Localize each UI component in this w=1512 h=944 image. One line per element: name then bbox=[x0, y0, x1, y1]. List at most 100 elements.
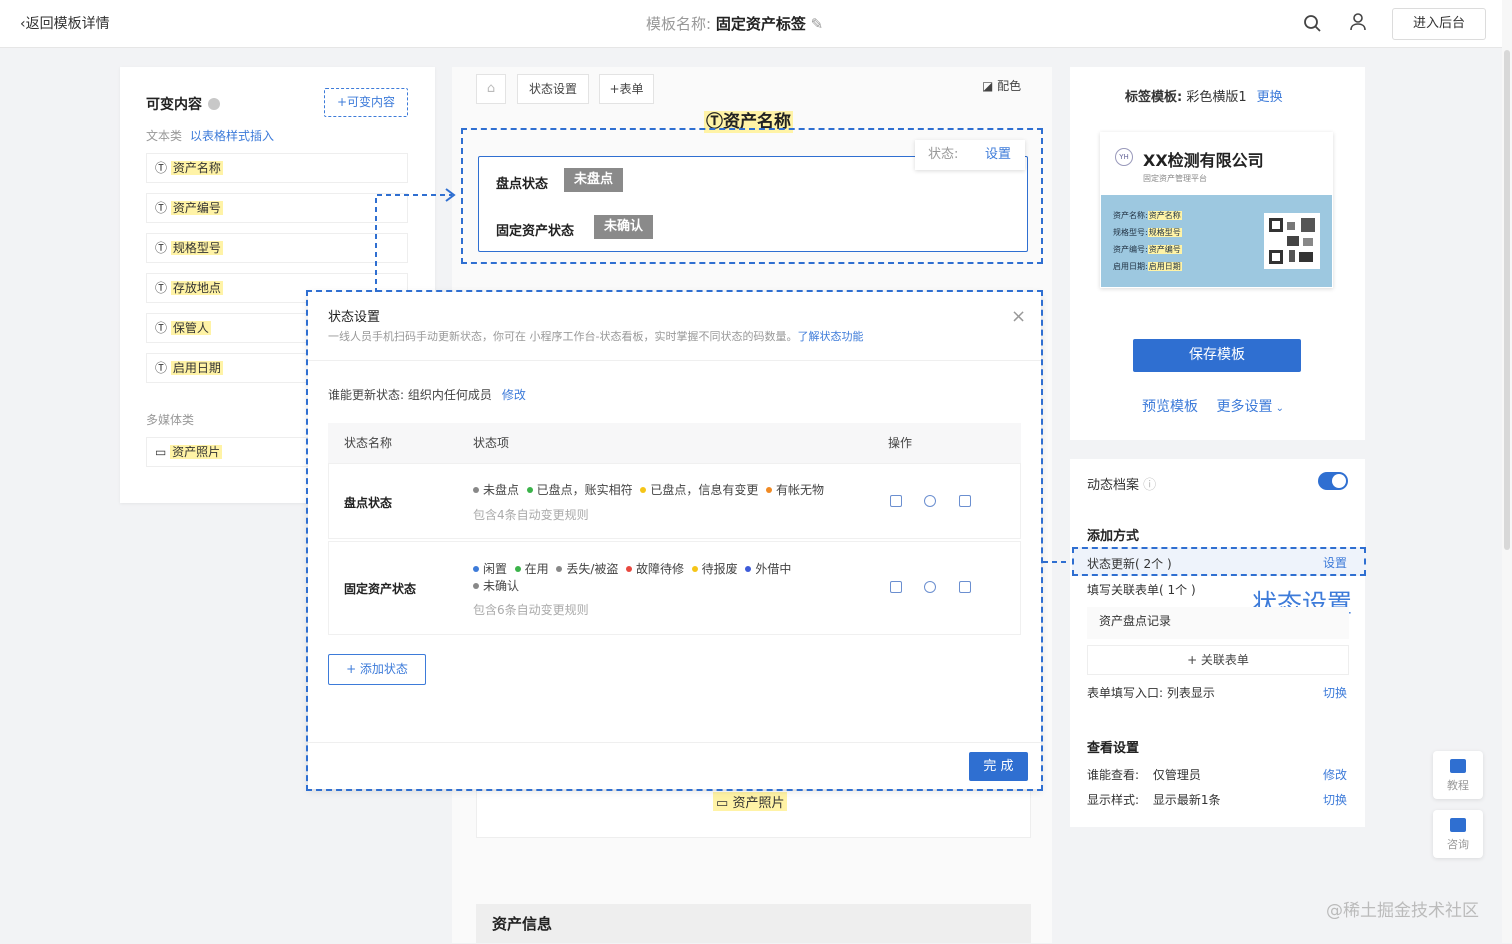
state-set-link[interactable]: 设置 bbox=[985, 140, 1011, 170]
text-field-icon: Ⓣ bbox=[155, 201, 168, 215]
insert-table-link[interactable]: 以表格样式插入 bbox=[190, 129, 274, 143]
field-item[interactable]: Ⓣ 资产名称 bbox=[146, 153, 408, 183]
display-style-switch-link[interactable]: 切换 bbox=[1323, 791, 1347, 808]
fill-form-label: 填写关联表单( 1个 ) bbox=[1087, 583, 1196, 597]
scrollbar[interactable] bbox=[1502, 0, 1512, 943]
state-item: 未确认 bbox=[473, 579, 519, 593]
image-icon: ▭ bbox=[155, 445, 167, 459]
done-button[interactable]: 完 成 bbox=[969, 752, 1028, 781]
text-field-icon: Ⓣ bbox=[155, 161, 168, 175]
help-icon: ⓘ bbox=[1143, 478, 1157, 493]
state-item: 外借中 bbox=[745, 562, 791, 576]
user-icon[interactable] bbox=[1348, 12, 1368, 32]
column-header: 状态项 bbox=[473, 436, 510, 450]
replace-link[interactable]: 更换 bbox=[1257, 90, 1283, 105]
media-category: 多媒体类 bbox=[146, 413, 195, 427]
company-name: XX检测有限公司 bbox=[1143, 151, 1264, 170]
enter-backend-button[interactable]: 进入后台 bbox=[1392, 8, 1486, 40]
rule-count: 包含6条自动变更规则 bbox=[473, 603, 589, 617]
status-label: 盘点状态 bbox=[496, 177, 549, 192]
text-category: 文本类 以表格样式插入 bbox=[146, 129, 275, 143]
save-template-button[interactable]: 保存模板 bbox=[1133, 339, 1301, 372]
state-item: 丢失/被盗 bbox=[556, 562, 618, 576]
trash-icon[interactable] bbox=[959, 495, 971, 507]
paint-icon: ◪ bbox=[982, 79, 994, 93]
status-label: 固定资产状态 bbox=[496, 224, 575, 239]
connector-line bbox=[1043, 561, 1073, 563]
color-button[interactable]: ◪ 配色 bbox=[982, 77, 1021, 94]
view-settings-title: 查看设置 bbox=[1087, 741, 1140, 756]
state-item: 待报废 bbox=[691, 562, 738, 576]
search-icon[interactable] bbox=[1303, 14, 1323, 34]
company-subtitle: 固定资产管理平台 bbox=[1143, 174, 1207, 183]
preview-row: 资产名称:资产名称 bbox=[1113, 211, 1182, 220]
label-template-row: 标签模板: 彩色横版1 更换 bbox=[1125, 90, 1283, 105]
table-header bbox=[328, 423, 1021, 463]
template-title: 模板名称: 固定资产标签 ✎ bbox=[646, 15, 824, 33]
rule-count: 包含4条自动变更规则 bbox=[473, 508, 589, 522]
status-tag: 未确认 bbox=[594, 215, 654, 239]
dynamic-archive-toggle[interactable] bbox=[1318, 472, 1348, 490]
entry-label: 表单填写入口: 列表显示 bbox=[1087, 686, 1215, 700]
edit-icon[interactable] bbox=[890, 581, 902, 593]
preview-row: 启用日期:启用日期 bbox=[1113, 262, 1182, 271]
status-tag: 未盘点 bbox=[564, 168, 624, 192]
table-row bbox=[328, 463, 1021, 539]
add-variable-button[interactable]: +可变内容 bbox=[324, 88, 408, 117]
company-logo: YH bbox=[1115, 148, 1133, 166]
preview-row: 规格型号:规格型号 bbox=[1113, 228, 1182, 237]
home-icon[interactable]: ⌂ bbox=[476, 74, 506, 104]
chat-icon bbox=[1450, 818, 1466, 832]
modal-title: 状态设置 bbox=[328, 310, 381, 325]
edit-icon[interactable]: ✎ bbox=[811, 15, 824, 33]
learn-more-link[interactable]: 了解状态功能 bbox=[797, 330, 863, 343]
entry-switch-link[interactable]: 切换 bbox=[1323, 684, 1347, 701]
link-form-button[interactable]: + 关联表单 bbox=[1087, 645, 1349, 675]
close-icon[interactable]: × bbox=[1011, 306, 1026, 327]
add-state-button[interactable]: + 添加状态 bbox=[328, 654, 426, 685]
divider bbox=[308, 742, 1041, 743]
state-item: 闲置 bbox=[473, 562, 507, 576]
edit-icon[interactable] bbox=[890, 495, 902, 507]
state-item: 已盘点，信息有变更 bbox=[640, 483, 758, 497]
photo-field[interactable]: ▭ 资产照片 bbox=[713, 792, 788, 811]
text-field-icon: Ⓣ bbox=[155, 321, 168, 335]
state-items: 未盘点 已盘点，账实相符 已盘点，信息有变更 有帐无物 bbox=[473, 482, 873, 499]
state-item: 故障待修 bbox=[626, 562, 684, 576]
state-item: 有帐无物 bbox=[765, 483, 824, 497]
preview-template-link[interactable]: 预览模板 bbox=[1142, 399, 1198, 415]
template-links: 预览模板 更多设置 ⌄ bbox=[1142, 396, 1284, 416]
form-item[interactable]: 资产盘点记录 bbox=[1087, 607, 1349, 639]
back-link[interactable]: ‹返回模板详情 bbox=[20, 13, 110, 33]
trash-icon[interactable] bbox=[959, 581, 971, 593]
tutorial-button[interactable]: 教程 bbox=[1433, 751, 1483, 799]
who-update-row: 谁能更新状态: 组织内任何成员 修改 bbox=[328, 388, 526, 402]
column-header: 操作 bbox=[888, 436, 913, 450]
state-name: 盘点状态 bbox=[344, 496, 393, 510]
who-update-edit-link[interactable]: 修改 bbox=[502, 388, 526, 402]
gear-icon[interactable] bbox=[924, 495, 936, 507]
help-icon[interactable] bbox=[208, 98, 220, 110]
watermark: @稀土掘金技术社区 bbox=[1326, 901, 1479, 921]
state-item: 在用 bbox=[514, 562, 549, 576]
asset-info-header: 资产信息 bbox=[476, 904, 1031, 943]
who-view-edit-link[interactable]: 修改 bbox=[1323, 766, 1347, 783]
dynamic-archive-title: 动态档案 ⓘ bbox=[1087, 478, 1157, 493]
field-item[interactable]: Ⓣ 资产编号 bbox=[146, 193, 408, 223]
column-header: 状态名称 bbox=[344, 436, 393, 450]
display-style-label: 显示样式: 显示最新1条 bbox=[1087, 793, 1221, 807]
consult-button[interactable]: 咨询 bbox=[1433, 810, 1483, 858]
image-icon: ▭ bbox=[716, 796, 729, 811]
field-item[interactable]: Ⓣ 规格型号 bbox=[146, 233, 408, 263]
state-name: 固定资产状态 bbox=[344, 582, 417, 596]
state-update-set-link[interactable]: 设置 bbox=[1323, 554, 1347, 571]
divider bbox=[308, 360, 1041, 361]
text-field-icon: Ⓣ bbox=[155, 241, 168, 255]
gear-icon[interactable] bbox=[924, 581, 936, 593]
text-field-icon: Ⓣ bbox=[155, 361, 168, 375]
state-popover: 状态: 设置 bbox=[915, 140, 1025, 170]
more-settings-link[interactable]: 更多设置 ⌄ bbox=[1216, 399, 1284, 415]
preview-row: 资产编号:资产编号 bbox=[1113, 245, 1182, 254]
state-settings-tab[interactable]: 状态设置 bbox=[517, 74, 589, 104]
add-form-tab[interactable]: +表单 bbox=[599, 74, 654, 104]
